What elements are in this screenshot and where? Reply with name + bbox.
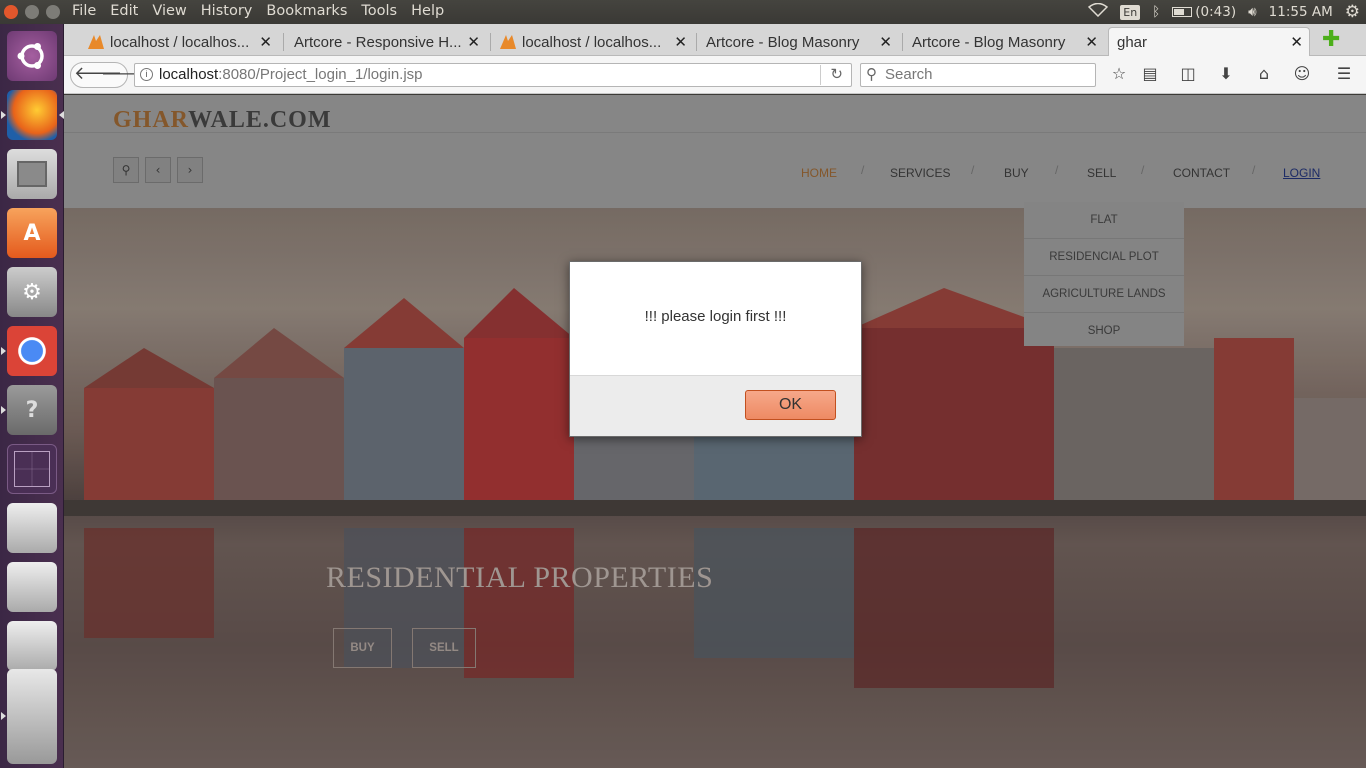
running-indicator bbox=[1, 712, 6, 720]
bluetooth-icon[interactable]: ᛒ bbox=[1152, 4, 1160, 20]
maximize-window-icon[interactable] bbox=[46, 5, 60, 19]
tab-label: ghar bbox=[1117, 33, 1148, 51]
tab-artcore-blog-2[interactable]: Artcore - Blog Masonry ✕ bbox=[904, 28, 1104, 56]
search-placeholder: Search bbox=[885, 66, 933, 83]
back-icon[interactable]: 🡐 bbox=[74, 63, 122, 84]
files-icon[interactable] bbox=[7, 149, 57, 199]
forward-icon[interactable]: 🡒 bbox=[101, 63, 144, 83]
unity-launcher: A ⚙ ? bbox=[0, 24, 64, 768]
drive-icon[interactable] bbox=[7, 562, 57, 612]
tab-label: Artcore - Blog Masonry bbox=[706, 33, 860, 51]
running-indicator bbox=[1, 347, 6, 355]
tab-label: localhost / localhos... bbox=[110, 33, 250, 51]
search-input[interactable]: ⚲ Search bbox=[860, 63, 1096, 87]
close-tab-icon[interactable]: ✕ bbox=[467, 33, 480, 51]
url-path: :8080/Project_login_1/login.jsp bbox=[218, 66, 423, 83]
alert-message: !!! please login first !!! bbox=[644, 308, 787, 325]
wifi-icon[interactable] bbox=[1088, 2, 1109, 21]
tab-localhost-2[interactable]: localhost / localhos... ✕ bbox=[492, 28, 693, 56]
reading-list-icon[interactable]: ▤ bbox=[1139, 64, 1161, 83]
tab-label: Artcore - Responsive H... bbox=[294, 33, 462, 51]
minimize-window-icon[interactable] bbox=[25, 5, 39, 19]
drive-icon[interactable] bbox=[7, 621, 57, 671]
tab-ghar[interactable]: ghar ✕ bbox=[1108, 27, 1310, 56]
battery-time: (0:43) bbox=[1195, 4, 1237, 20]
running-indicator bbox=[1, 111, 6, 119]
workspace-switcher-icon[interactable] bbox=[7, 444, 57, 494]
alert-footer: OK bbox=[570, 375, 861, 436]
tab-artcore-responsive[interactable]: Artcore - Responsive H... ✕ bbox=[286, 28, 486, 56]
battery-icon bbox=[1172, 7, 1193, 17]
menu-file[interactable]: File bbox=[72, 3, 96, 19]
close-tab-icon[interactable]: ✕ bbox=[259, 33, 272, 51]
tab-bar: localhost / localhos... ✕ Artcore - Resp… bbox=[64, 24, 1366, 56]
close-tab-icon[interactable]: ✕ bbox=[879, 33, 892, 51]
ok-button[interactable]: OK bbox=[745, 390, 836, 420]
reload-icon[interactable]: ↻ bbox=[830, 64, 843, 86]
tab-label: localhost / localhos... bbox=[522, 33, 662, 51]
drive-icon[interactable] bbox=[7, 503, 57, 553]
close-tab-icon[interactable]: ✕ bbox=[674, 33, 687, 51]
stacked-apps-icon[interactable] bbox=[7, 669, 57, 764]
ubuntu-dash-icon[interactable] bbox=[7, 31, 57, 81]
phpmyadmin-favicon bbox=[88, 35, 104, 49]
firefox-icon[interactable] bbox=[7, 90, 57, 140]
bookmark-star-icon[interactable]: ☆ bbox=[1108, 64, 1130, 83]
info-icon[interactable]: i bbox=[140, 68, 153, 81]
gear-icon[interactable]: ⚙ bbox=[1345, 2, 1360, 22]
alert-dialog: !!! please login first !!! OK bbox=[569, 261, 862, 437]
menu-help[interactable]: Help bbox=[411, 3, 444, 19]
pocket-icon[interactable]: ◫ bbox=[1177, 64, 1199, 83]
battery-indicator[interactable]: (0:43) bbox=[1172, 4, 1236, 20]
menu-view[interactable]: View bbox=[152, 3, 186, 19]
hamburger-menu-icon[interactable]: ☰ bbox=[1333, 64, 1355, 83]
software-center-icon[interactable]: A bbox=[7, 208, 57, 258]
navigation-toolbar: 🡐 🡒 i localhost:8080/Project_login_1/log… bbox=[64, 56, 1366, 94]
download-icon[interactable]: ⬇ bbox=[1215, 64, 1237, 83]
keyboard-layout-indicator[interactable]: En bbox=[1120, 4, 1141, 20]
menu-history[interactable]: History bbox=[201, 3, 253, 19]
home-icon[interactable]: ⌂ bbox=[1253, 64, 1275, 83]
close-tab-icon[interactable]: ✕ bbox=[1085, 33, 1098, 51]
url-host: localhost bbox=[159, 66, 219, 83]
chat-icon[interactable]: ☺ bbox=[1291, 64, 1313, 83]
chrome-icon[interactable] bbox=[7, 326, 57, 376]
clock[interactable]: 11:55 AM bbox=[1269, 4, 1333, 20]
url-bar[interactable]: i localhost:8080/Project_login_1/login.j… bbox=[134, 63, 852, 87]
volume-icon[interactable]: 🔊︎ bbox=[1248, 4, 1257, 20]
running-indicator bbox=[1, 406, 6, 414]
menu-bookmarks[interactable]: Bookmarks bbox=[266, 3, 347, 19]
tab-artcore-blog-1[interactable]: Artcore - Blog Masonry ✕ bbox=[698, 28, 898, 56]
top-panel: File Edit View History Bookmarks Tools H… bbox=[0, 0, 1366, 24]
tab-label: Artcore - Blog Masonry bbox=[912, 33, 1066, 51]
system-settings-icon[interactable]: ⚙ bbox=[7, 267, 57, 317]
tab-localhost-1[interactable]: localhost / localhos... ✕ bbox=[80, 28, 278, 56]
search-icon: ⚲ bbox=[866, 66, 877, 83]
menu-tools[interactable]: Tools bbox=[361, 3, 397, 19]
new-tab-icon[interactable]: ✚ bbox=[1322, 27, 1340, 52]
close-tab-icon[interactable]: ✕ bbox=[1290, 33, 1303, 51]
menu-edit[interactable]: Edit bbox=[110, 3, 138, 19]
help-icon[interactable]: ? bbox=[7, 385, 57, 435]
close-window-icon[interactable] bbox=[4, 5, 18, 19]
phpmyadmin-favicon bbox=[500, 35, 516, 49]
